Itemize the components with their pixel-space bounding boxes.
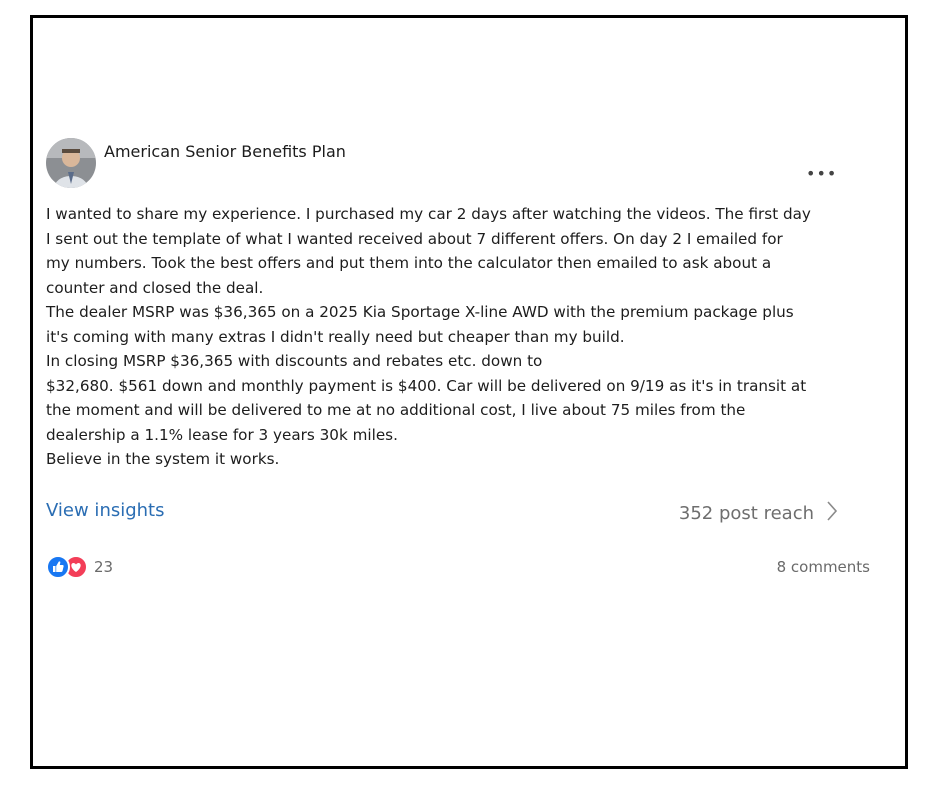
post-line: I wanted to share my experience. I purch… bbox=[46, 205, 811, 223]
comments-count-link[interactable]: 8 comments bbox=[777, 558, 870, 576]
post-reach-text: 352 post reach bbox=[678, 503, 814, 524]
more-options-icon[interactable]: ••• bbox=[806, 164, 837, 183]
post-line: The dealer MSRP was $36,365 on a 2025 Ki… bbox=[46, 303, 794, 321]
view-insights-link[interactable]: View insights bbox=[46, 500, 165, 521]
author-name[interactable]: American Senior Benefits Plan bbox=[104, 142, 346, 161]
post-line: counter and closed the deal. bbox=[46, 278, 264, 297]
post-line: Believe in the system it works. bbox=[46, 450, 280, 468]
post-line: I sent out the template of what I wanted… bbox=[46, 229, 783, 248]
author-avatar[interactable] bbox=[46, 138, 96, 188]
post-line: my numbers. Took the best offers and put… bbox=[46, 254, 772, 272]
reaction-count: 23 bbox=[94, 558, 114, 576]
post-line: it's coming with many extras I didn't re… bbox=[46, 327, 625, 346]
post-line: dealership a 1.1% lease for 3 years 30k … bbox=[46, 425, 398, 444]
post-body: I wanted to share my experience. I purch… bbox=[46, 202, 846, 472]
post-line: the moment and will be delivered to me a… bbox=[46, 401, 746, 419]
reactions-summary[interactable]: 23 bbox=[46, 555, 113, 579]
post-header: American Senior Benefits Plan bbox=[46, 138, 846, 198]
post-line: In closing MSRP $36,365 with discounts a… bbox=[46, 352, 543, 370]
like-icon bbox=[46, 555, 70, 579]
chevron-right-icon bbox=[826, 500, 838, 527]
post-reach-button[interactable]: 352 post reach bbox=[679, 500, 838, 527]
post-line: $32,680. $561 down and monthly payment i… bbox=[46, 376, 807, 395]
